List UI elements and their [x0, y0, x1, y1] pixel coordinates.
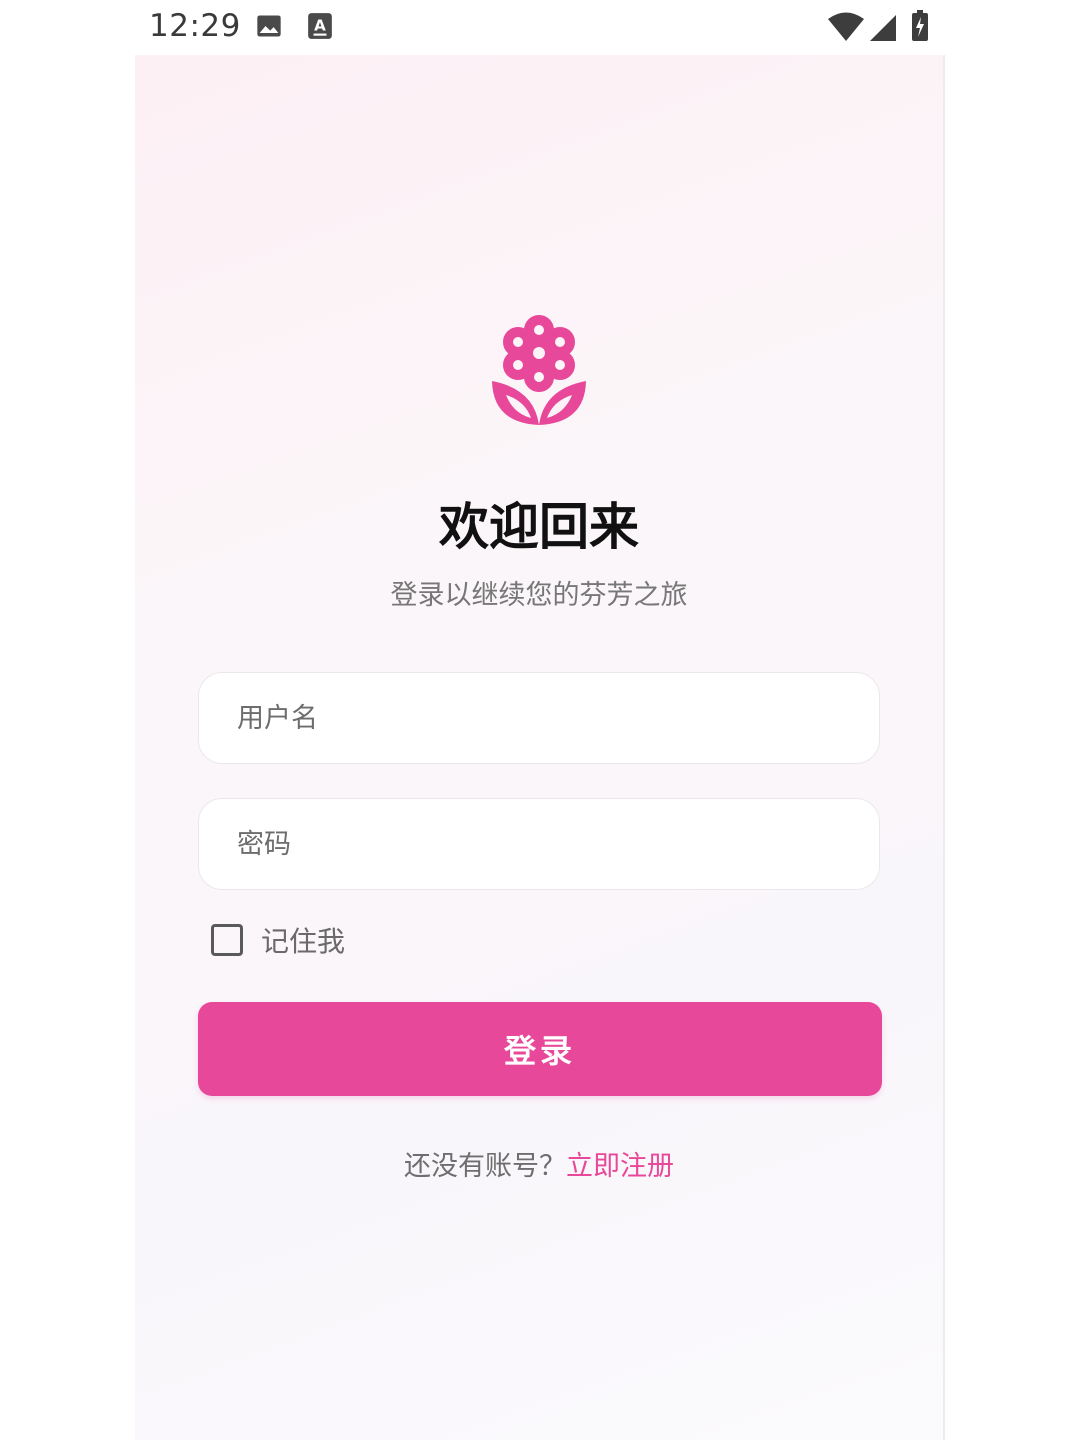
username-input[interactable] [199, 673, 879, 763]
remember-checkbox[interactable] [211, 924, 243, 956]
battery-charging-icon [911, 10, 929, 46]
password-input[interactable] [199, 799, 879, 889]
page-title: 欢迎回来 [439, 498, 639, 556]
keyboard-a-icon: A [307, 12, 333, 44]
login-screen: 欢迎回来 登录以继续您的芬芳之旅 记住我 登录 还没有账号？立即注册 [135, 55, 945, 1440]
password-field[interactable] [198, 798, 880, 890]
login-button[interactable]: 登录 [198, 1002, 882, 1096]
page-subtitle: 登录以继续您的芬芳之旅 [390, 580, 688, 611]
username-field[interactable] [198, 672, 880, 764]
signal-icon [869, 14, 897, 46]
status-time: 12:29 [149, 8, 241, 44]
wifi-icon [827, 12, 865, 46]
svg-text:A: A [314, 16, 326, 34]
register-prompt: 还没有账号？ [404, 1151, 566, 1182]
flower-icon [489, 315, 589, 431]
image-icon [255, 12, 283, 44]
register-link[interactable]: 立即注册 [566, 1151, 674, 1182]
remember-label: 记住我 [261, 925, 346, 958]
status-bar: 12:29 A [135, 0, 945, 55]
register-row: 还没有账号？立即注册 [135, 1144, 943, 1183]
remember-me[interactable]: 记住我 [211, 921, 345, 959]
